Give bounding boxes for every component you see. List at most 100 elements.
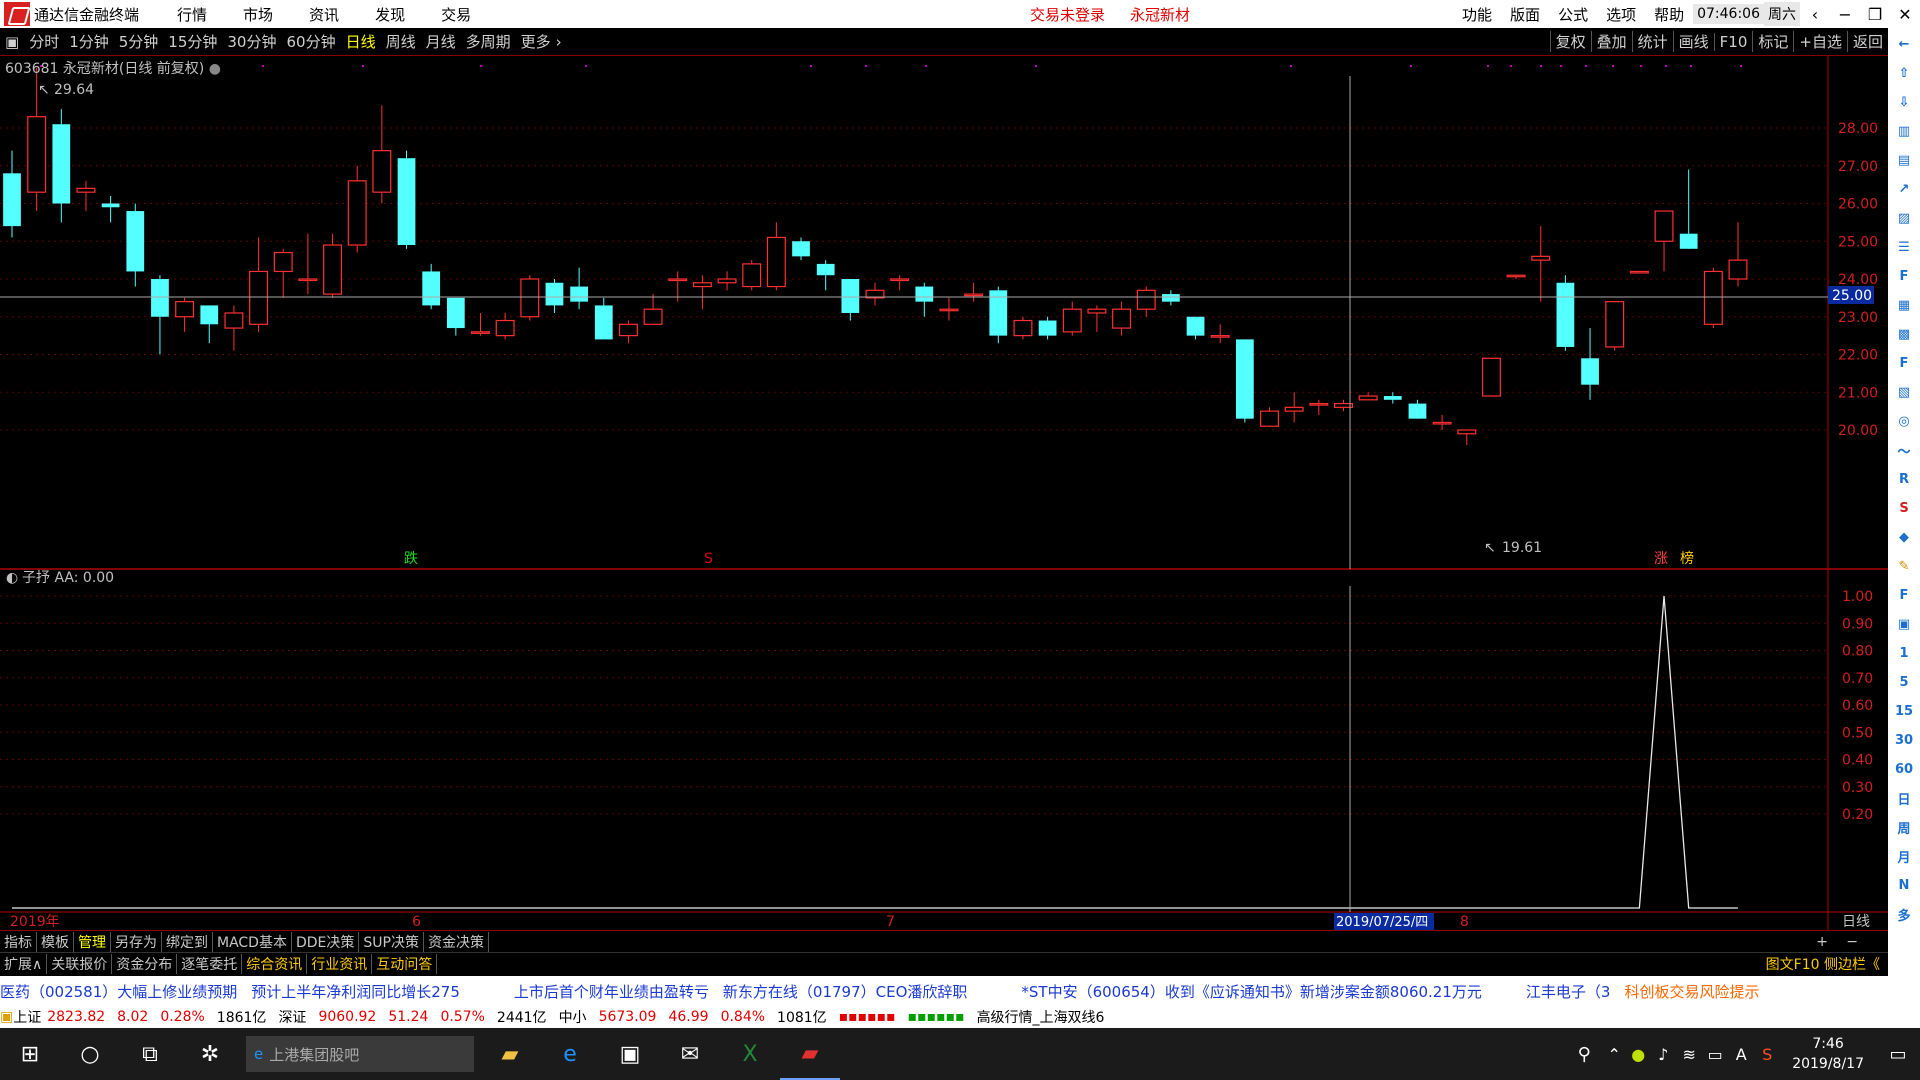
people-icon[interactable]: ⚲: [1566, 1028, 1602, 1080]
chart-icon[interactable]: ▥: [1891, 118, 1917, 144]
pinwheel-icon[interactable]: ✲: [180, 1028, 240, 1080]
back-button[interactable]: 返回: [1846, 31, 1888, 52]
cortana-icon[interactable]: ○: [60, 1028, 120, 1080]
zx-label[interactable]: 中小: [559, 1007, 587, 1027]
taskbar-search[interactable]: e 上港集团股吧: [246, 1036, 474, 1072]
tab-hudong[interactable]: 互动问答: [372, 953, 438, 974]
image-icon[interactable]: ▣: [1891, 611, 1917, 637]
period-day[interactable]: 日: [1891, 785, 1917, 811]
server-info[interactable]: 高级行情_上海双线6: [977, 1007, 1105, 1027]
news-item[interactable]: 预计上半年净利润同比增长275: [251, 981, 460, 1002]
grid-icon[interactable]: ▧: [1891, 379, 1917, 405]
period-week[interactable]: 周: [1891, 814, 1917, 840]
f5-icon[interactable]: F: [1891, 582, 1917, 608]
kline-icon[interactable]: ▨: [1891, 205, 1917, 231]
menu-xuanxiang[interactable]: 选项: [1606, 4, 1636, 25]
tray-up-icon[interactable]: ⌃: [1602, 1028, 1626, 1080]
taskbar-clock[interactable]: 7:46 2019/8/17: [1792, 1034, 1864, 1074]
sogou-icon[interactable]: S: [1754, 1028, 1780, 1080]
down-arrow-icon[interactable]: ⇩: [1891, 89, 1917, 115]
up-arrow-icon[interactable]: ⇧: [1891, 60, 1917, 86]
news-item[interactable]: 上市后首个财年业绩由盈转亏: [514, 981, 709, 1002]
s-icon[interactable]: S: [1891, 495, 1917, 521]
circle-icon[interactable]: ◎: [1891, 408, 1917, 434]
tab-lingcunwei[interactable]: 另存为: [111, 931, 162, 952]
period-weekly[interactable]: 周线: [381, 31, 421, 52]
period-60[interactable]: 60: [1891, 756, 1917, 782]
f10-icon[interactable]: F: [1891, 263, 1917, 289]
period-1min[interactable]: 1分钟: [64, 31, 114, 52]
news-item[interactable]: 江丰电子（3: [1526, 981, 1611, 1002]
period-30[interactable]: 30: [1891, 727, 1917, 753]
period-multi[interactable]: 多周期: [461, 31, 516, 52]
minimize-icon[interactable]: −: [1830, 5, 1860, 24]
tab-zonghe[interactable]: 综合资讯: [242, 953, 308, 974]
period-15[interactable]: 15: [1891, 698, 1917, 724]
period-15min[interactable]: 15分钟: [163, 31, 222, 52]
menu-gongshi[interactable]: 公式: [1558, 4, 1588, 25]
period-5[interactable]: 5: [1891, 669, 1917, 695]
biaoji-button[interactable]: 标记: [1752, 31, 1793, 52]
zoom-out-icon[interactable]: −: [1846, 934, 1858, 950]
period-more[interactable]: 更多: [516, 31, 556, 52]
tdx-app-icon[interactable]: ▰: [780, 1028, 840, 1080]
notification-icon[interactable]: ▭: [1876, 1028, 1920, 1080]
arrow-left-icon[interactable]: ←: [1891, 31, 1917, 57]
pencil-icon[interactable]: ✎: [1891, 553, 1917, 579]
tab-guanlian[interactable]: 关联报价: [47, 953, 113, 974]
sub-indicator-icon[interactable]: ◐: [6, 570, 18, 586]
doc-icon[interactable]: ▦: [1891, 292, 1917, 318]
period-60min[interactable]: 60分钟: [281, 31, 340, 52]
layout-icon[interactable]: ▣: [0, 33, 24, 51]
news-ticker[interactable]: 医药（002581）大幅上修业绩预期 预计上半年净利润同比增长275 上市后首个…: [0, 976, 1888, 1006]
period-month[interactable]: 月: [1891, 843, 1917, 869]
tab-sup[interactable]: SUP决策: [359, 931, 424, 952]
tab-dde[interactable]: DDE决策: [292, 931, 360, 952]
f10-button[interactable]: F10: [1713, 32, 1753, 51]
tab-macd[interactable]: MACD基本: [213, 931, 292, 952]
chevron-right-icon[interactable]: ›: [556, 33, 562, 51]
tab-zhubi[interactable]: 逐笔委托: [177, 953, 243, 974]
period-n[interactable]: N: [1891, 872, 1917, 898]
tab-zijin[interactable]: 资金决策: [424, 931, 489, 952]
file-explorer-icon[interactable]: ▰: [480, 1028, 540, 1080]
news-item[interactable]: 新东方在线（01797）CEO潘欣辞职: [723, 981, 967, 1002]
risk-notice[interactable]: 科创板交易风险提示: [1624, 981, 1759, 1002]
tab-kuozhan[interactable]: 扩展∧: [0, 953, 48, 974]
diamond-icon[interactable]: ◆: [1891, 524, 1917, 550]
period-30min[interactable]: 30分钟: [222, 31, 281, 52]
menu-bangzhu[interactable]: 帮助: [1654, 4, 1684, 25]
add-watchlist-button[interactable]: +自选: [1793, 31, 1847, 52]
huaxian-button[interactable]: 画线: [1672, 31, 1714, 52]
tab-muban[interactable]: 模板: [37, 931, 74, 952]
settings-icon[interactable]: ●: [209, 61, 221, 77]
tab-zijinfenbu[interactable]: 资金分布: [112, 953, 178, 974]
period-daily[interactable]: 日线: [341, 31, 381, 52]
period-5min[interactable]: 5分钟: [114, 31, 164, 52]
diejia-button[interactable]: 叠加: [1590, 31, 1632, 52]
edge-icon[interactable]: e: [540, 1028, 600, 1080]
menu-jiaoyi[interactable]: 交易: [441, 4, 471, 25]
bars-icon[interactable]: ▤: [1891, 147, 1917, 173]
f2-icon[interactable]: F: [1891, 350, 1917, 376]
volume-icon[interactable]: ▩: [1891, 321, 1917, 347]
wave-icon[interactable]: 〜: [1891, 437, 1917, 463]
zoom-in-icon[interactable]: +: [1816, 934, 1828, 950]
store-icon[interactable]: ▣: [600, 1028, 660, 1080]
task-view-icon[interactable]: ⧉: [120, 1028, 180, 1080]
tongji-button[interactable]: 统计: [1631, 31, 1673, 52]
volume-icon[interactable]: ♪: [1650, 1028, 1676, 1080]
tray-app-icon[interactable]: ●: [1626, 1028, 1650, 1080]
menu-faxian[interactable]: 发现: [375, 4, 405, 25]
period-1[interactable]: 1: [1891, 640, 1917, 666]
period-monthly[interactable]: 月线: [421, 31, 461, 52]
battery-icon[interactable]: ▭: [1702, 1028, 1728, 1080]
menu-shichang[interactable]: 市场: [243, 4, 273, 25]
menu-banmian[interactable]: 版面: [1510, 4, 1540, 25]
menu-zixun[interactable]: 资讯: [309, 4, 339, 25]
menu-hangqing[interactable]: 行情: [177, 4, 207, 25]
back-icon[interactable]: ‹: [1800, 5, 1830, 24]
excel-icon[interactable]: X: [720, 1028, 780, 1080]
sh-label[interactable]: 上证: [13, 1007, 41, 1027]
f10-sidebar-toggle[interactable]: 图文F10 侧边栏《: [1766, 954, 1880, 974]
